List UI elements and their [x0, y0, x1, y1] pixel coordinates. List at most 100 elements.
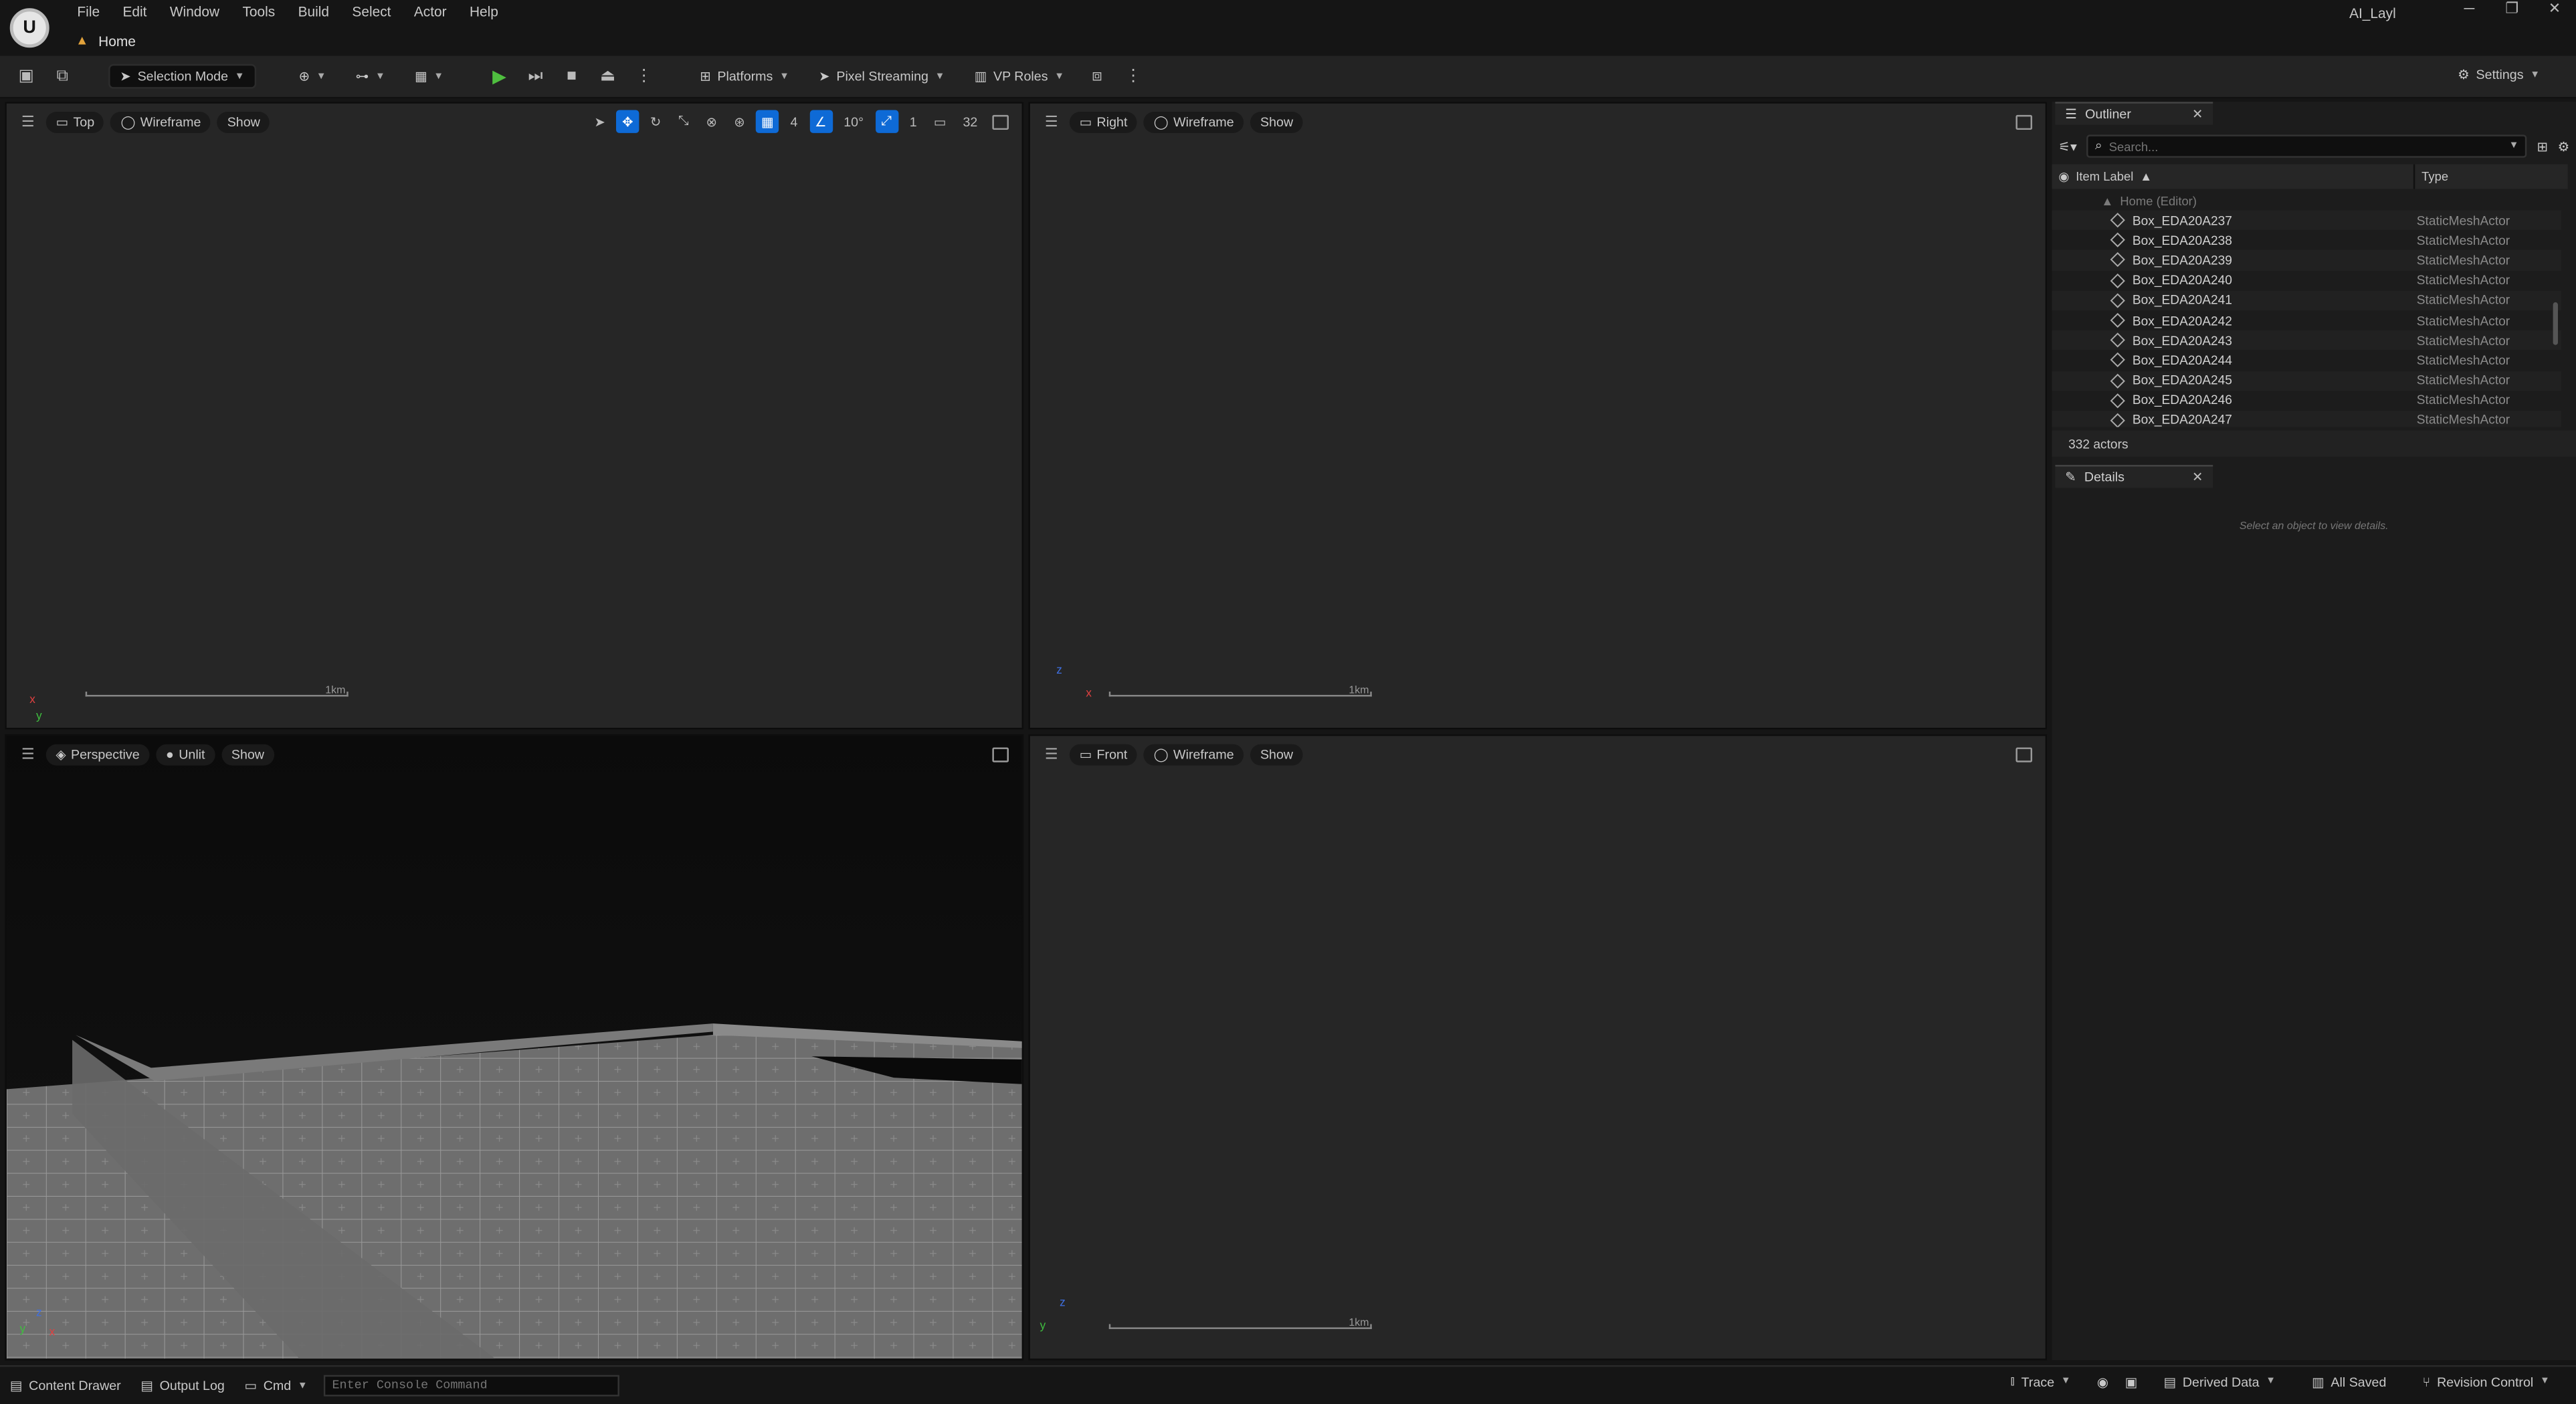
outliner-row[interactable]: Box_EDA20A246 StaticMeshActor — [2052, 391, 2561, 411]
viewport-menu-icon[interactable]: ☰ — [1040, 110, 1063, 133]
coordinate-system-icon[interactable]: ⊗ — [700, 110, 722, 133]
viewport-menu-icon[interactable]: ☰ — [1040, 742, 1063, 765]
unreal-logo-icon[interactable]: U — [9, 8, 49, 48]
save-icon[interactable]: ▣ — [13, 64, 39, 90]
view-mode-button[interactable]: ◯ Wireframe — [1143, 110, 1244, 132]
view-type-button[interactable]: ▭ Top — [45, 110, 104, 132]
menu-item-edit[interactable]: Edit — [111, 1, 158, 21]
chevron-down-icon[interactable]: ▼ — [2509, 141, 2519, 151]
close-icon[interactable]: ✕ — [2192, 107, 2203, 122]
maximize-viewport-icon[interactable] — [2013, 742, 2036, 765]
selection-mode-button[interactable]: ➤ Selection Mode ▼ — [108, 64, 256, 89]
blueprint-button[interactable]: ⊶ ▼ — [346, 66, 395, 87]
search-input[interactable] — [2108, 138, 2438, 154]
platforms-button[interactable]: ⊞ Platforms ▼ — [690, 66, 799, 87]
cinematics-button[interactable]: ▦ ▼ — [405, 66, 453, 87]
screenshot-icon[interactable]: ▣ — [2125, 1374, 2138, 1389]
trace-button[interactable]: ⫾ Trace ▼ — [2001, 1373, 2081, 1390]
viewport-top[interactable]: ☰ ▭ Top ◯ Wireframe Show ➤ ✥ ↻ ⤡ ⊗ ⊛ ▦ 4 ∠… — [5, 102, 1024, 730]
viewport-perspective[interactable]: ☰ ◈ Perspective ● Unlit Show z y x — [5, 734, 1024, 1361]
maximize-viewport-icon[interactable] — [989, 742, 1012, 765]
menu-item-file[interactable]: File — [66, 1, 111, 21]
gear-icon[interactable]: ⚙ — [2558, 139, 2570, 154]
tree-root[interactable]: ▲ Home (Editor) — [2052, 192, 2561, 210]
restore-icon[interactable]: ❐ — [2504, 0, 2520, 18]
menu-item-tools[interactable]: Tools — [231, 1, 286, 21]
outliner-row[interactable]: Box_EDA20A244 StaticMeshActor — [2052, 350, 2561, 371]
cmd-button[interactable]: ▭ Cmd ▼ — [235, 1379, 318, 1393]
surface-snap-icon[interactable]: ⊛ — [728, 110, 751, 133]
select-tool-icon[interactable]: ➤ — [588, 110, 611, 133]
outliner-row[interactable]: Box_EDA20A243 StaticMeshActor — [2052, 330, 2561, 350]
outliner-row[interactable]: Box_EDA20A241 StaticMeshActor — [2052, 290, 2561, 311]
menu-item-window[interactable]: Window — [159, 1, 231, 21]
viewport-front[interactable]: ☰ ▭ Front ◯ Wireframe Show z y 1km — [1028, 734, 2048, 1361]
close-icon[interactable]: ✕ — [2547, 0, 2563, 18]
close-icon[interactable]: ✕ — [2192, 470, 2203, 484]
eject-icon[interactable]: ⏏ — [595, 64, 621, 90]
filter-icon[interactable]: ⚟▾ — [2058, 139, 2076, 154]
menu-item-select[interactable]: Select — [340, 1, 402, 21]
eye-icon[interactable]: ◉ — [2058, 169, 2069, 184]
play-options-icon[interactable]: ⋮ — [631, 64, 657, 90]
rotate-tool-icon[interactable]: ↻ — [644, 110, 667, 133]
menu-item-help[interactable]: Help — [458, 1, 510, 21]
derived-data-button[interactable]: ▤ Derived Data ▼ — [2154, 1374, 2286, 1389]
outliner-scrollbar[interactable] — [2553, 302, 2558, 345]
outliner-row[interactable]: Box_EDA20A245 StaticMeshActor — [2052, 370, 2561, 391]
show-button[interactable]: Show — [1250, 110, 1303, 132]
translate-tool-icon[interactable]: ✥ — [616, 110, 639, 133]
show-button[interactable]: Show — [217, 110, 270, 132]
pixel-streaming-button[interactable]: ➤ Pixel Streaming ▼ — [809, 66, 955, 87]
level-tab-home[interactable]: ▲ Home — [66, 26, 312, 54]
column-type[interactable]: Type — [2413, 164, 2448, 189]
viewport-menu-icon[interactable]: ☰ — [17, 742, 39, 765]
maximize-viewport-icon[interactable] — [2013, 110, 2036, 133]
settings-button[interactable]: ⚙ Settings ▼ — [2448, 64, 2549, 86]
record-icon[interactable]: ◉ — [2097, 1374, 2108, 1389]
output-log-button[interactable]: ▤ Output Log — [130, 1379, 234, 1393]
vr-icon[interactable]: ⧈ — [1084, 64, 1110, 90]
outliner-row[interactable]: Box_EDA20A247 StaticMeshActor — [2052, 410, 2561, 427]
view-mode-button[interactable]: ◯ Wireframe — [110, 110, 211, 132]
add-actor-button[interactable]: ⊕ ▼ — [289, 66, 336, 87]
tab-outliner[interactable]: ☰ Outliner ✕ — [2055, 102, 2213, 125]
advance-frame-icon[interactable]: ⏭ — [522, 64, 549, 90]
vp-roles-button[interactable]: ▥ VP Roles ▼ — [965, 66, 1074, 87]
content-browse-icon[interactable]: ⧉ — [49, 64, 76, 90]
camera-speed-value[interactable]: 32 — [957, 114, 985, 129]
content-drawer-button[interactable]: ▤ Content Drawer — [0, 1379, 130, 1393]
view-mode-button[interactable]: ◯ Wireframe — [1143, 743, 1244, 765]
stop-icon[interactable]: ■ — [559, 64, 585, 90]
viewport-menu-icon[interactable]: ☰ — [17, 110, 39, 133]
column-item-label[interactable]: ◉ Item Label ▲ — [2052, 169, 2413, 184]
all-saved-button[interactable]: ▥ All Saved — [2302, 1374, 2396, 1389]
outliner-row[interactable]: Box_EDA20A239 StaticMeshActor — [2052, 250, 2561, 271]
more-options-icon[interactable]: ⋮ — [1120, 64, 1146, 90]
add-folder-icon[interactable]: ⊞ — [2537, 139, 2547, 154]
show-button[interactable]: Show — [1250, 743, 1303, 765]
show-button[interactable]: Show — [221, 743, 274, 765]
view-mode-button[interactable]: ● Unlit — [156, 743, 215, 765]
scale-snap-value[interactable]: 1 — [903, 114, 924, 129]
angle-snap-value[interactable]: 10° — [837, 114, 870, 129]
viewport-right[interactable]: ☰ ▭ Right ◯ Wireframe Show z x 1km — [1028, 102, 2048, 730]
grid-snap-icon[interactable]: ▦ — [755, 110, 779, 133]
outliner-search[interactable]: ⌕ ▼ — [2086, 134, 2527, 158]
outliner-row[interactable]: Box_EDA20A240 StaticMeshActor — [2052, 270, 2561, 290]
maximize-viewport-icon[interactable] — [989, 110, 1012, 133]
play-icon[interactable]: ▶ — [486, 64, 512, 90]
scale-snap-icon[interactable]: ⤢ — [875, 110, 898, 133]
view-type-button[interactable]: ▭ Front — [1069, 743, 1138, 765]
minimize-icon[interactable]: ─ — [2461, 0, 2478, 18]
menu-item-actor[interactable]: Actor — [403, 1, 458, 21]
outliner-row[interactable]: Box_EDA20A237 StaticMeshActor — [2052, 210, 2561, 231]
console-field[interactable] — [324, 1375, 620, 1397]
view-type-button[interactable]: ▭ Right — [1069, 110, 1138, 132]
revision-control-button[interactable]: ⑂ Revision Control ▼ — [2413, 1374, 2560, 1389]
console-input[interactable] — [325, 1377, 618, 1396]
outliner-row[interactable]: Box_EDA20A238 StaticMeshActor — [2052, 230, 2561, 250]
menu-item-build[interactable]: Build — [286, 1, 340, 21]
view-type-button[interactable]: ◈ Perspective — [45, 743, 150, 765]
tab-details[interactable]: ✎ Details ✕ — [2055, 465, 2213, 488]
